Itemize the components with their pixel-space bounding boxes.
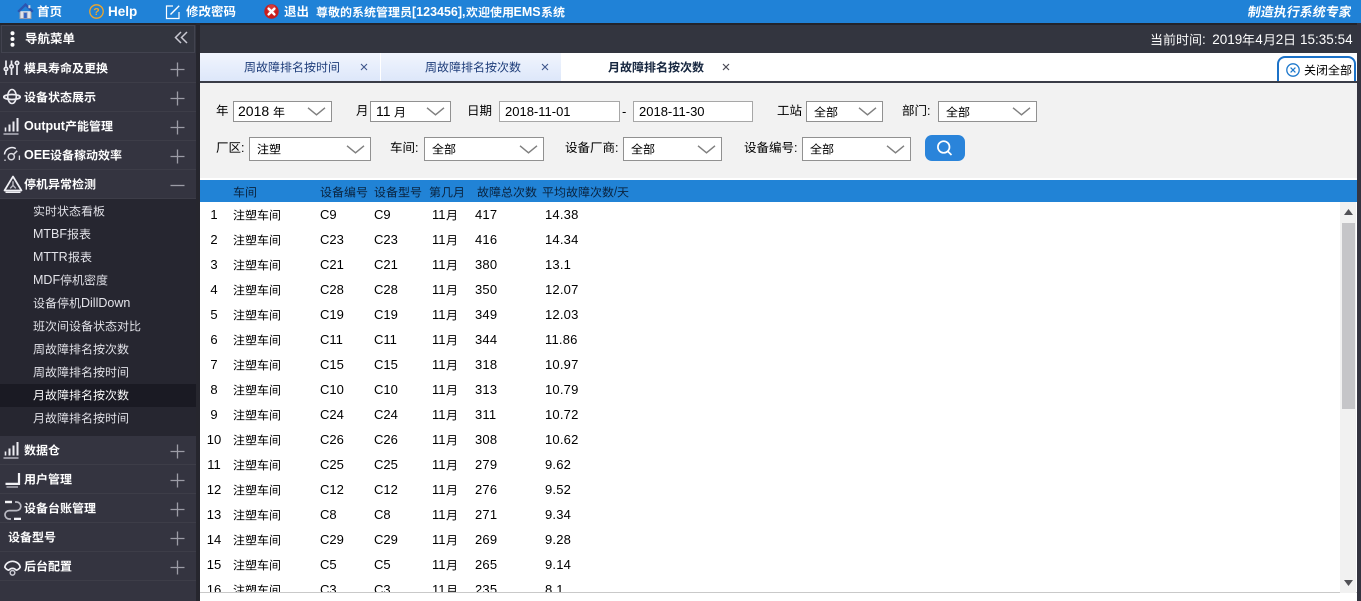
svg-text:?: ? <box>93 6 99 18</box>
